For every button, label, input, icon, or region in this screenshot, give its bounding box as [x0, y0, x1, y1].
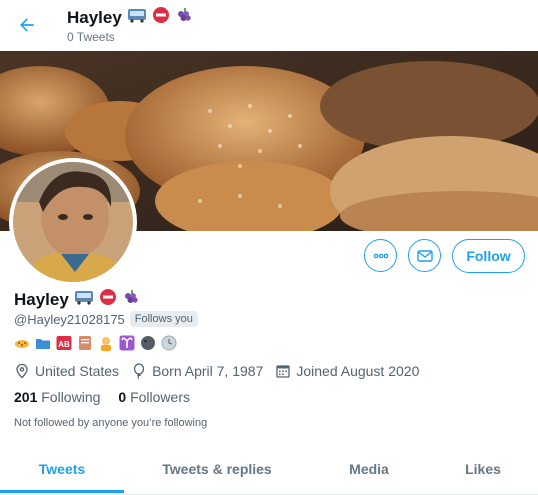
followers-label: Followers — [130, 389, 190, 405]
active-tab-indicator — [0, 490, 124, 493]
bus-icon — [127, 7, 147, 29]
avatar-image — [13, 162, 133, 282]
svg-text:AB: AB — [58, 340, 70, 349]
no-entry-icon — [152, 6, 170, 30]
tweet-count: 0 Tweets — [67, 30, 115, 44]
not-followed-notice: Not followed by anyone you’re following — [14, 417, 208, 429]
tab-likes[interactable]: Likes — [428, 446, 538, 492]
birthday: Born April 7, 1987 — [131, 363, 263, 379]
leopard-icon — [14, 335, 30, 351]
ab-blood-type-icon: AB — [56, 335, 72, 351]
handle-row: @Hayley21028175 Follows you — [14, 311, 198, 327]
profile-name-row: Hayley — [14, 288, 140, 311]
followers-link[interactable]: 0 Followers — [118, 389, 190, 405]
profile-tabs: Tweets Tweets & replies Media Likes — [0, 446, 538, 495]
handle: @Hayley21028175 — [14, 311, 125, 327]
bio: AB — [14, 335, 177, 351]
join-date-text: Joined August 2020 — [296, 363, 420, 379]
aries-icon — [119, 335, 135, 351]
more-button[interactable] — [364, 239, 397, 272]
location-pin-icon — [16, 363, 28, 379]
location: United States — [14, 363, 119, 379]
following-link[interactable]: 201 Following — [14, 389, 100, 405]
dark-circle-icon — [140, 335, 156, 351]
more-icon — [373, 253, 388, 258]
message-button[interactable] — [408, 239, 441, 272]
clock-icon — [161, 335, 177, 351]
avatar[interactable] — [9, 158, 137, 286]
balloon-icon — [133, 363, 145, 379]
no-entry-icon — [99, 288, 117, 311]
header-name-row: Hayley — [67, 6, 193, 30]
profile-meta: United States Born April 7, 1987 Joined … — [14, 363, 427, 379]
follows-you-badge: Follows you — [129, 311, 198, 327]
back-button[interactable] — [10, 8, 44, 42]
tab-tweets-replies[interactable]: Tweets & replies — [124, 446, 310, 492]
blond-person-icon — [98, 335, 114, 351]
calendar-icon — [276, 365, 291, 378]
grapes-icon — [122, 288, 140, 311]
follow-stats: 201 Following 0 Followers — [14, 389, 190, 405]
header-display-name: Hayley — [67, 8, 122, 27]
profile-header: Hayley 0 Tweets — [0, 0, 538, 50]
grapes-icon — [175, 6, 193, 30]
envelope-icon — [416, 249, 433, 262]
following-count: 201 — [14, 389, 38, 405]
followers-count: 0 — [118, 389, 127, 405]
bus-icon — [74, 289, 94, 310]
notebook-icon — [77, 335, 93, 351]
location-text: United States — [35, 363, 120, 379]
following-label: Following — [41, 389, 101, 405]
join-date: Joined August 2020 — [275, 363, 419, 379]
arrow-left-icon — [20, 18, 34, 32]
follow-button[interactable]: Follow — [452, 239, 525, 273]
folder-icon — [35, 335, 51, 351]
display-name: Hayley — [14, 289, 69, 309]
tab-media[interactable]: Media — [310, 446, 428, 492]
birthday-text: Born April 7, 1987 — [152, 363, 264, 379]
tab-tweets[interactable]: Tweets — [0, 446, 124, 492]
